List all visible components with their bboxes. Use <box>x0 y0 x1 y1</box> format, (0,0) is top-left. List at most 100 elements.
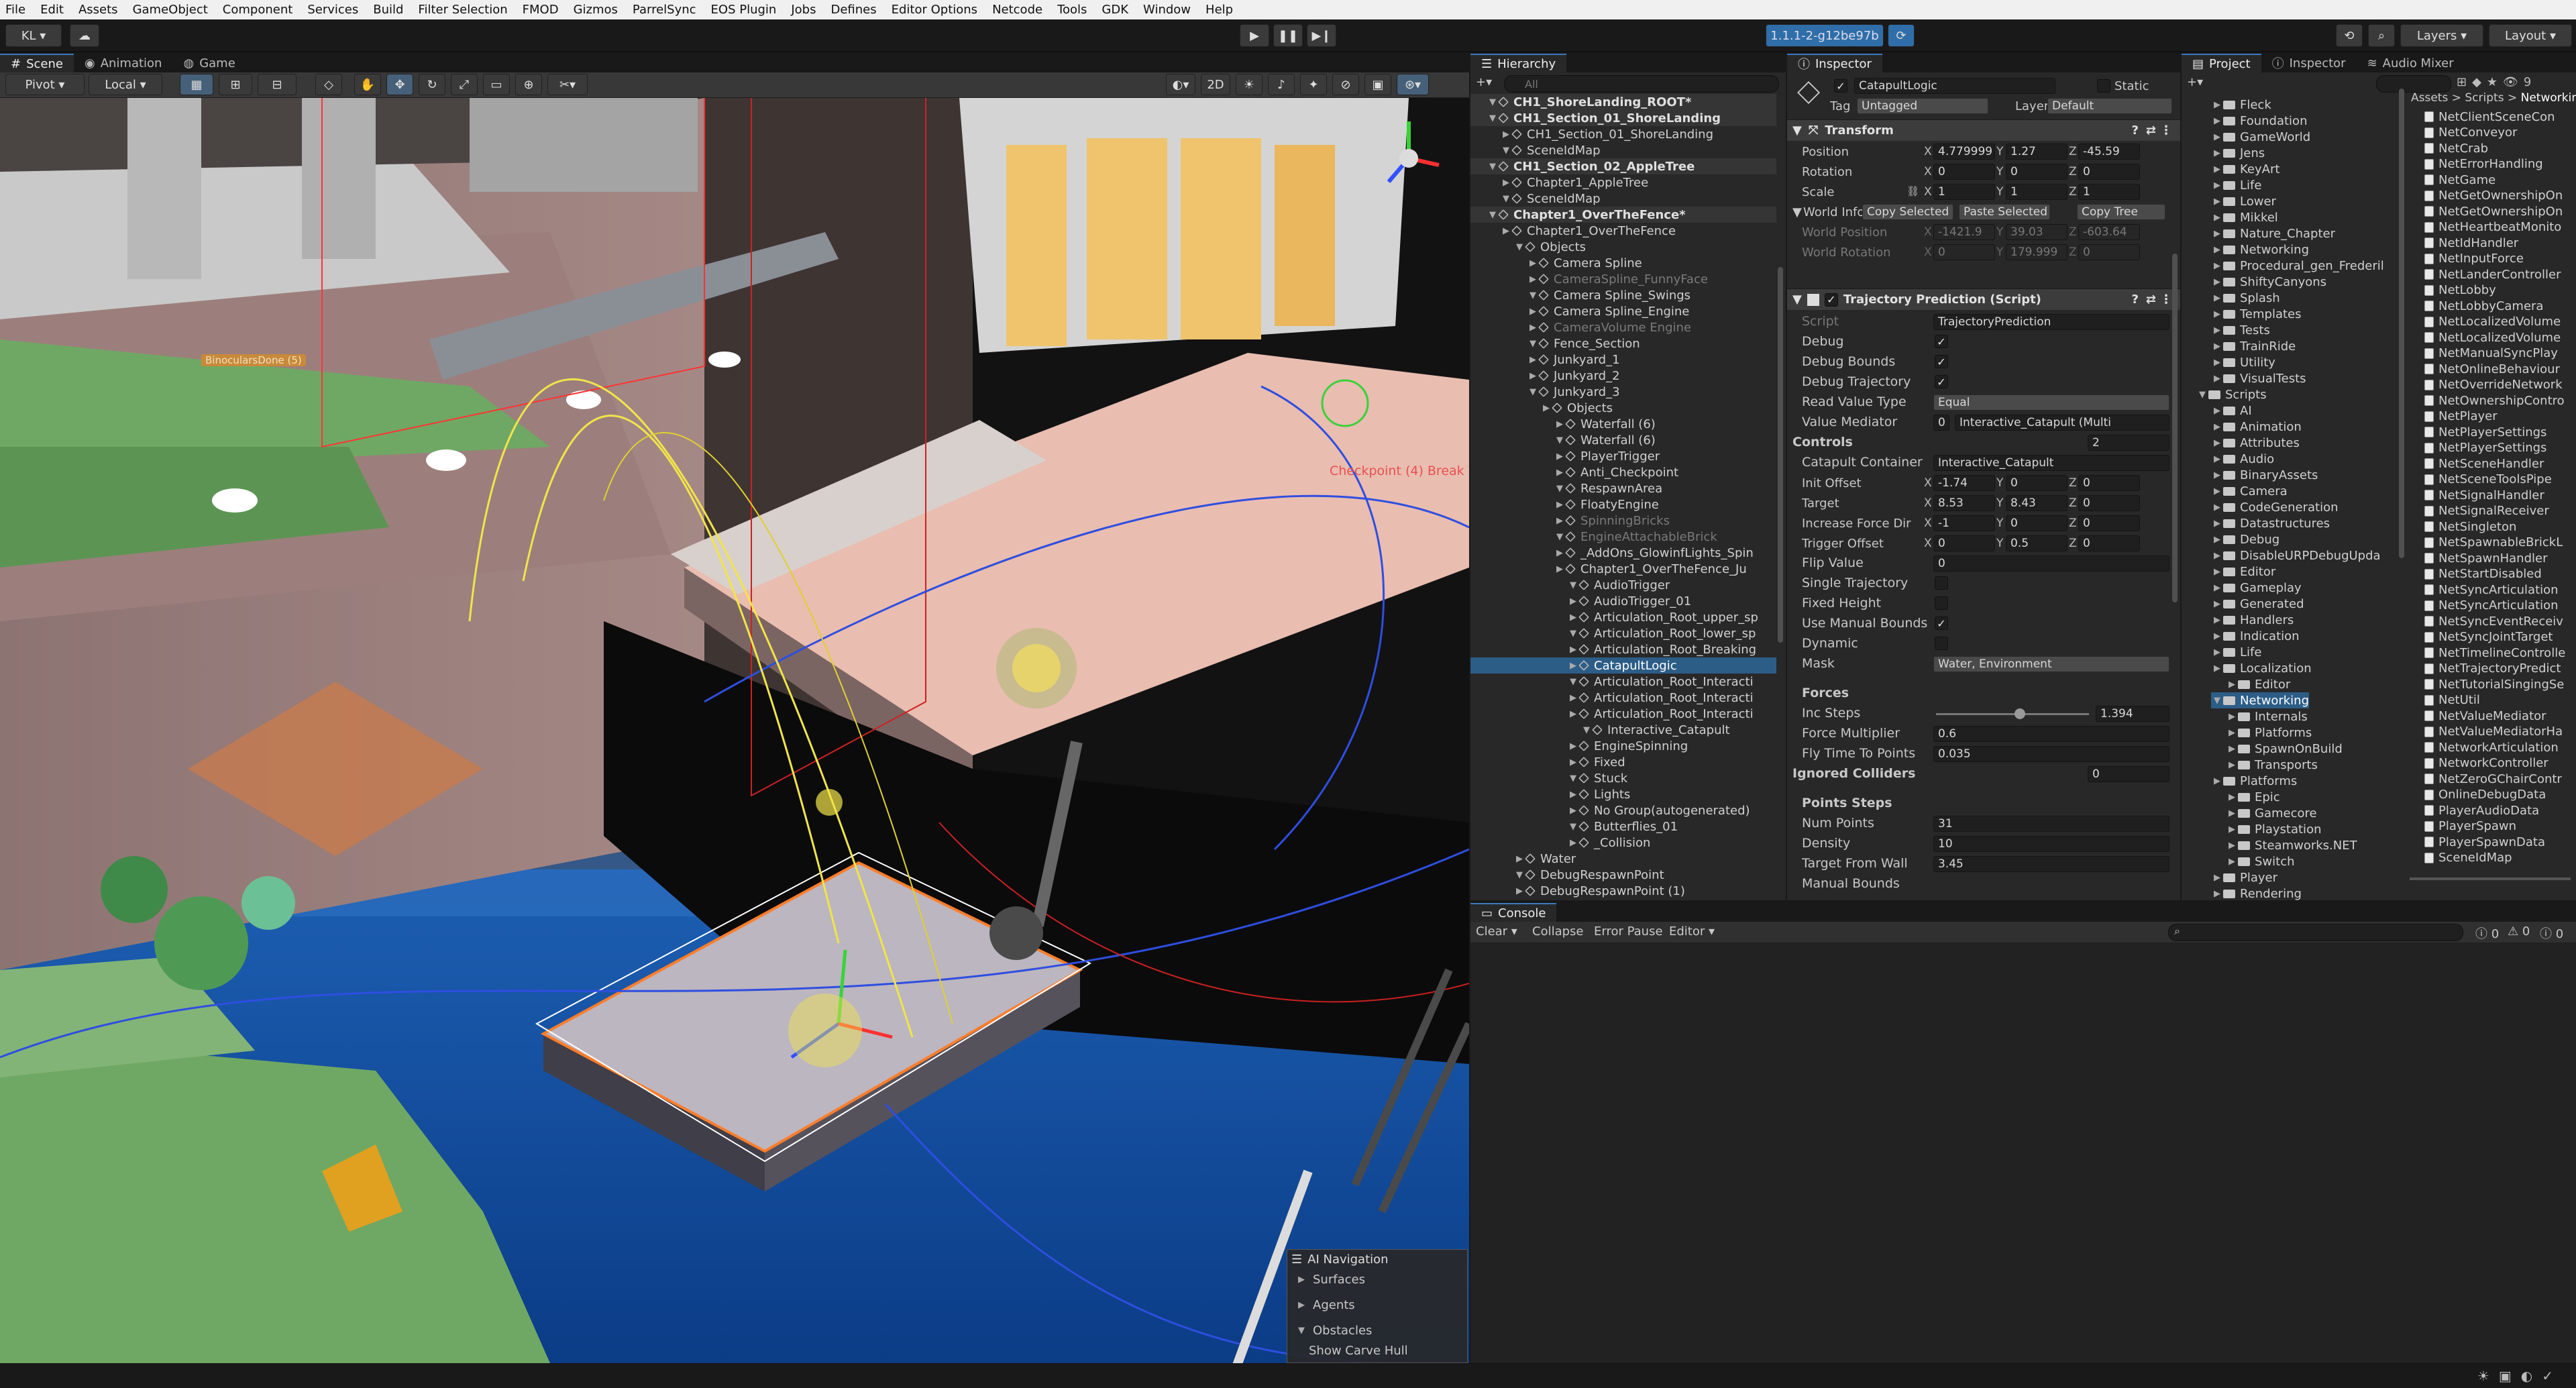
increase-force-dir-y-field[interactable]: 0 <box>2006 515 2068 531</box>
hierarchy-row[interactable]: ▶ CameraVolume Engine <box>1470 319 1776 335</box>
density-field[interactable]: 10 <box>1933 836 2169 852</box>
project-file[interactable]: NetworkController <box>2424 755 2572 771</box>
menu-gdk[interactable]: GDK <box>1102 3 1128 17</box>
menu-component[interactable]: Component <box>223 3 293 17</box>
tab-scene[interactable]: # Scene <box>0 54 74 72</box>
hierarchy-row[interactable]: ▼ AudioTrigger <box>1470 577 1776 593</box>
hierarchy-row[interactable]: ▶ Objects <box>1470 400 1776 416</box>
project-file[interactable]: NetOnlineBehaviour <box>2424 361 2572 377</box>
project-file[interactable]: NetTrajectoryPredict <box>2424 661 2572 677</box>
project-folder[interactable]: ▶ ShiftyCanyons <box>2211 274 2326 290</box>
chevron-icon[interactable]: ▶ <box>2211 132 2223 142</box>
chevron-icon[interactable]: ▼ <box>1487 162 1499 172</box>
chevron-icon[interactable]: ▶ <box>2211 261 2223 271</box>
chevron-icon[interactable]: ▶ <box>1527 371 1539 381</box>
hierarchy-row[interactable]: ▶ Junkyard_2 <box>1470 368 1776 384</box>
static-checkbox[interactable] <box>2097 79 2110 93</box>
trigger-offset-x-field[interactable]: 0 <box>1933 535 1995 551</box>
project-folder[interactable]: ▶ Animation <box>2211 419 2302 435</box>
chevron-icon[interactable]: ▼ <box>1487 113 1499 123</box>
active-checkbox[interactable]: ✓ <box>1834 79 1847 93</box>
console-search-input[interactable]: ⌕ <box>2168 924 2463 941</box>
chevron-icon[interactable]: ▶ <box>1554 516 1566 526</box>
chevron-icon[interactable]: ▶ <box>2211 873 2223 883</box>
project-file[interactable]: PlayerSpawn <box>2424 818 2572 835</box>
project-folder[interactable]: ▶ Handlers <box>2211 612 2294 628</box>
chevron-icon[interactable]: ▶ <box>1527 258 1539 268</box>
chevron-icon[interactable]: ▶ <box>1513 886 1525 896</box>
scale-z-field[interactable]: 1 <box>2078 184 2140 200</box>
value-mediator-index[interactable]: 0 <box>1933 415 1949 431</box>
ignored-colliders-count[interactable]: 0 <box>2088 766 2169 782</box>
project-file[interactable]: NetConveyor <box>2424 125 2572 141</box>
chevron-icon[interactable]: ▶ <box>2211 663 2223 674</box>
breadcrumb-networking[interactable]: Networking <box>2521 91 2576 105</box>
read-value-type-dropdown[interactable]: Equal <box>1933 394 2169 411</box>
project-folder[interactable]: ▶ Gameplay <box>2211 580 2302 596</box>
project-file[interactable]: NetSignalReceiver <box>2424 503 2572 519</box>
hierarchy-row[interactable]: ▼ EngineAttachableBrick <box>1470 529 1776 545</box>
chevron-icon[interactable]: ▼ <box>1567 629 1579 639</box>
menu-filter-selection[interactable]: Filter Selection <box>418 3 507 17</box>
project-folder[interactable]: ▶ Life <box>2211 177 2261 193</box>
target-from-wall-field[interactable]: 3.45 <box>1933 856 2169 872</box>
play-button[interactable]: ▶ <box>1240 24 1269 47</box>
init-offset-y-field[interactable]: 0 <box>2006 475 2068 491</box>
hierarchy-row[interactable]: ▶ PlayerTrigger <box>1470 448 1776 464</box>
hierarchy-row[interactable]: ▶ _Collision <box>1470 835 1776 851</box>
menu-defines[interactable]: Defines <box>830 3 876 17</box>
scale-x-field[interactable]: 1 <box>1933 184 1995 200</box>
menu-file[interactable]: File <box>5 3 25 17</box>
gizmos-icon[interactable]: ⊛▾ <box>1397 74 1429 95</box>
hierarchy-row[interactable]: ▼ RespawnArea <box>1470 480 1776 496</box>
chevron-icon[interactable]: ▶ <box>2211 438 2223 448</box>
hierarchy-row[interactable]: ▶ Articulation_Root_Breaking <box>1470 641 1776 657</box>
chevron-icon[interactable]: ▶ <box>2211 551 2223 561</box>
chevron-icon[interactable]: ▶ <box>2226 857 2238 867</box>
move-tool-icon[interactable]: ✥ <box>386 74 413 95</box>
project-folder[interactable]: ▶ Audio <box>2211 451 2274 467</box>
clear-dropdown[interactable]: Clear ▾ <box>1476 924 1517 939</box>
init-offset-x-field[interactable]: -1.74 <box>1933 475 1995 491</box>
chevron-icon[interactable]: ▼ <box>1500 194 1512 204</box>
script-reference-field[interactable]: TrajectoryPrediction <box>1933 314 2169 330</box>
chevron-icon[interactable]: ▼ <box>1500 146 1512 156</box>
account-button[interactable]: KL ▾ <box>5 24 62 47</box>
project-folder[interactable]: ▶ AI <box>2211 403 2252 419</box>
console-log-area[interactable] <box>1470 943 2576 1363</box>
hierarchy-search-input[interactable]: All <box>1504 75 1779 93</box>
chevron-icon[interactable]: ▼ <box>1554 435 1566 445</box>
chevron-icon[interactable]: ▶ <box>2226 680 2238 690</box>
chevron-icon[interactable]: ▶ <box>2226 841 2238 851</box>
ai-nav-header[interactable]: ☰ AI Navigation <box>1291 1252 1389 1267</box>
project-file[interactable]: NetSyncEventReceiv <box>2424 613 2572 629</box>
project-file[interactable]: NetValueMediator <box>2424 708 2572 724</box>
chevron-icon[interactable]: ▶ <box>2211 245 2223 255</box>
project-folder[interactable]: ▶ Foundation <box>2211 113 2307 129</box>
chevron-icon[interactable]: ▶ <box>2226 824 2238 835</box>
menu-window[interactable]: Window <box>1143 3 1191 17</box>
chevron-icon[interactable]: ▶ <box>2211 325 2223 335</box>
project-file[interactable]: NetStartDisabled <box>2424 566 2572 582</box>
project-folder[interactable]: ▶ Platforms <box>2226 725 2312 741</box>
rotate-tool-icon[interactable]: ↻ <box>419 74 445 95</box>
hierarchy-row[interactable]: ▶ Chapter1_OverTheFence <box>1470 223 1776 239</box>
hierarchy-row[interactable]: ▶ Articulation_Root_Interacti <box>1470 706 1776 722</box>
menu-services[interactable]: Services <box>307 3 358 17</box>
hierarchy-row[interactable]: ▶ CameraSpline_FunnyFace <box>1470 271 1776 287</box>
tag-dropdown[interactable]: Untagged <box>1857 98 1988 114</box>
chevron-icon[interactable]: ▶ <box>2226 712 2238 722</box>
copy-selected-button[interactable]: Copy Selected <box>1862 204 1953 220</box>
project-file[interactable]: NetSpawnableBrickL <box>2424 535 2572 551</box>
tab-project[interactable]: ▤ Project <box>2182 54 2261 72</box>
hierarchy-row[interactable]: ▼ DebugRespawnPoint <box>1470 867 1776 883</box>
hierarchy-row[interactable]: ▶ CatapultLogic <box>1470 657 1776 674</box>
project-file[interactable]: NetSyncArticulation <box>2424 598 2572 614</box>
project-folder[interactable]: ▶ Player <box>2211 869 2277 886</box>
increase-force-dir-x-field[interactable]: -1 <box>1933 515 1995 531</box>
preset-icon[interactable]: ⇄ <box>2146 292 2156 307</box>
link-icon[interactable]: ⛓ <box>1907 185 1919 197</box>
chevron-icon[interactable]: ▼ <box>1554 484 1566 494</box>
menu-fmod[interactable]: FMOD <box>523 3 559 17</box>
chevron-icon[interactable]: ▶ <box>2211 519 2223 529</box>
